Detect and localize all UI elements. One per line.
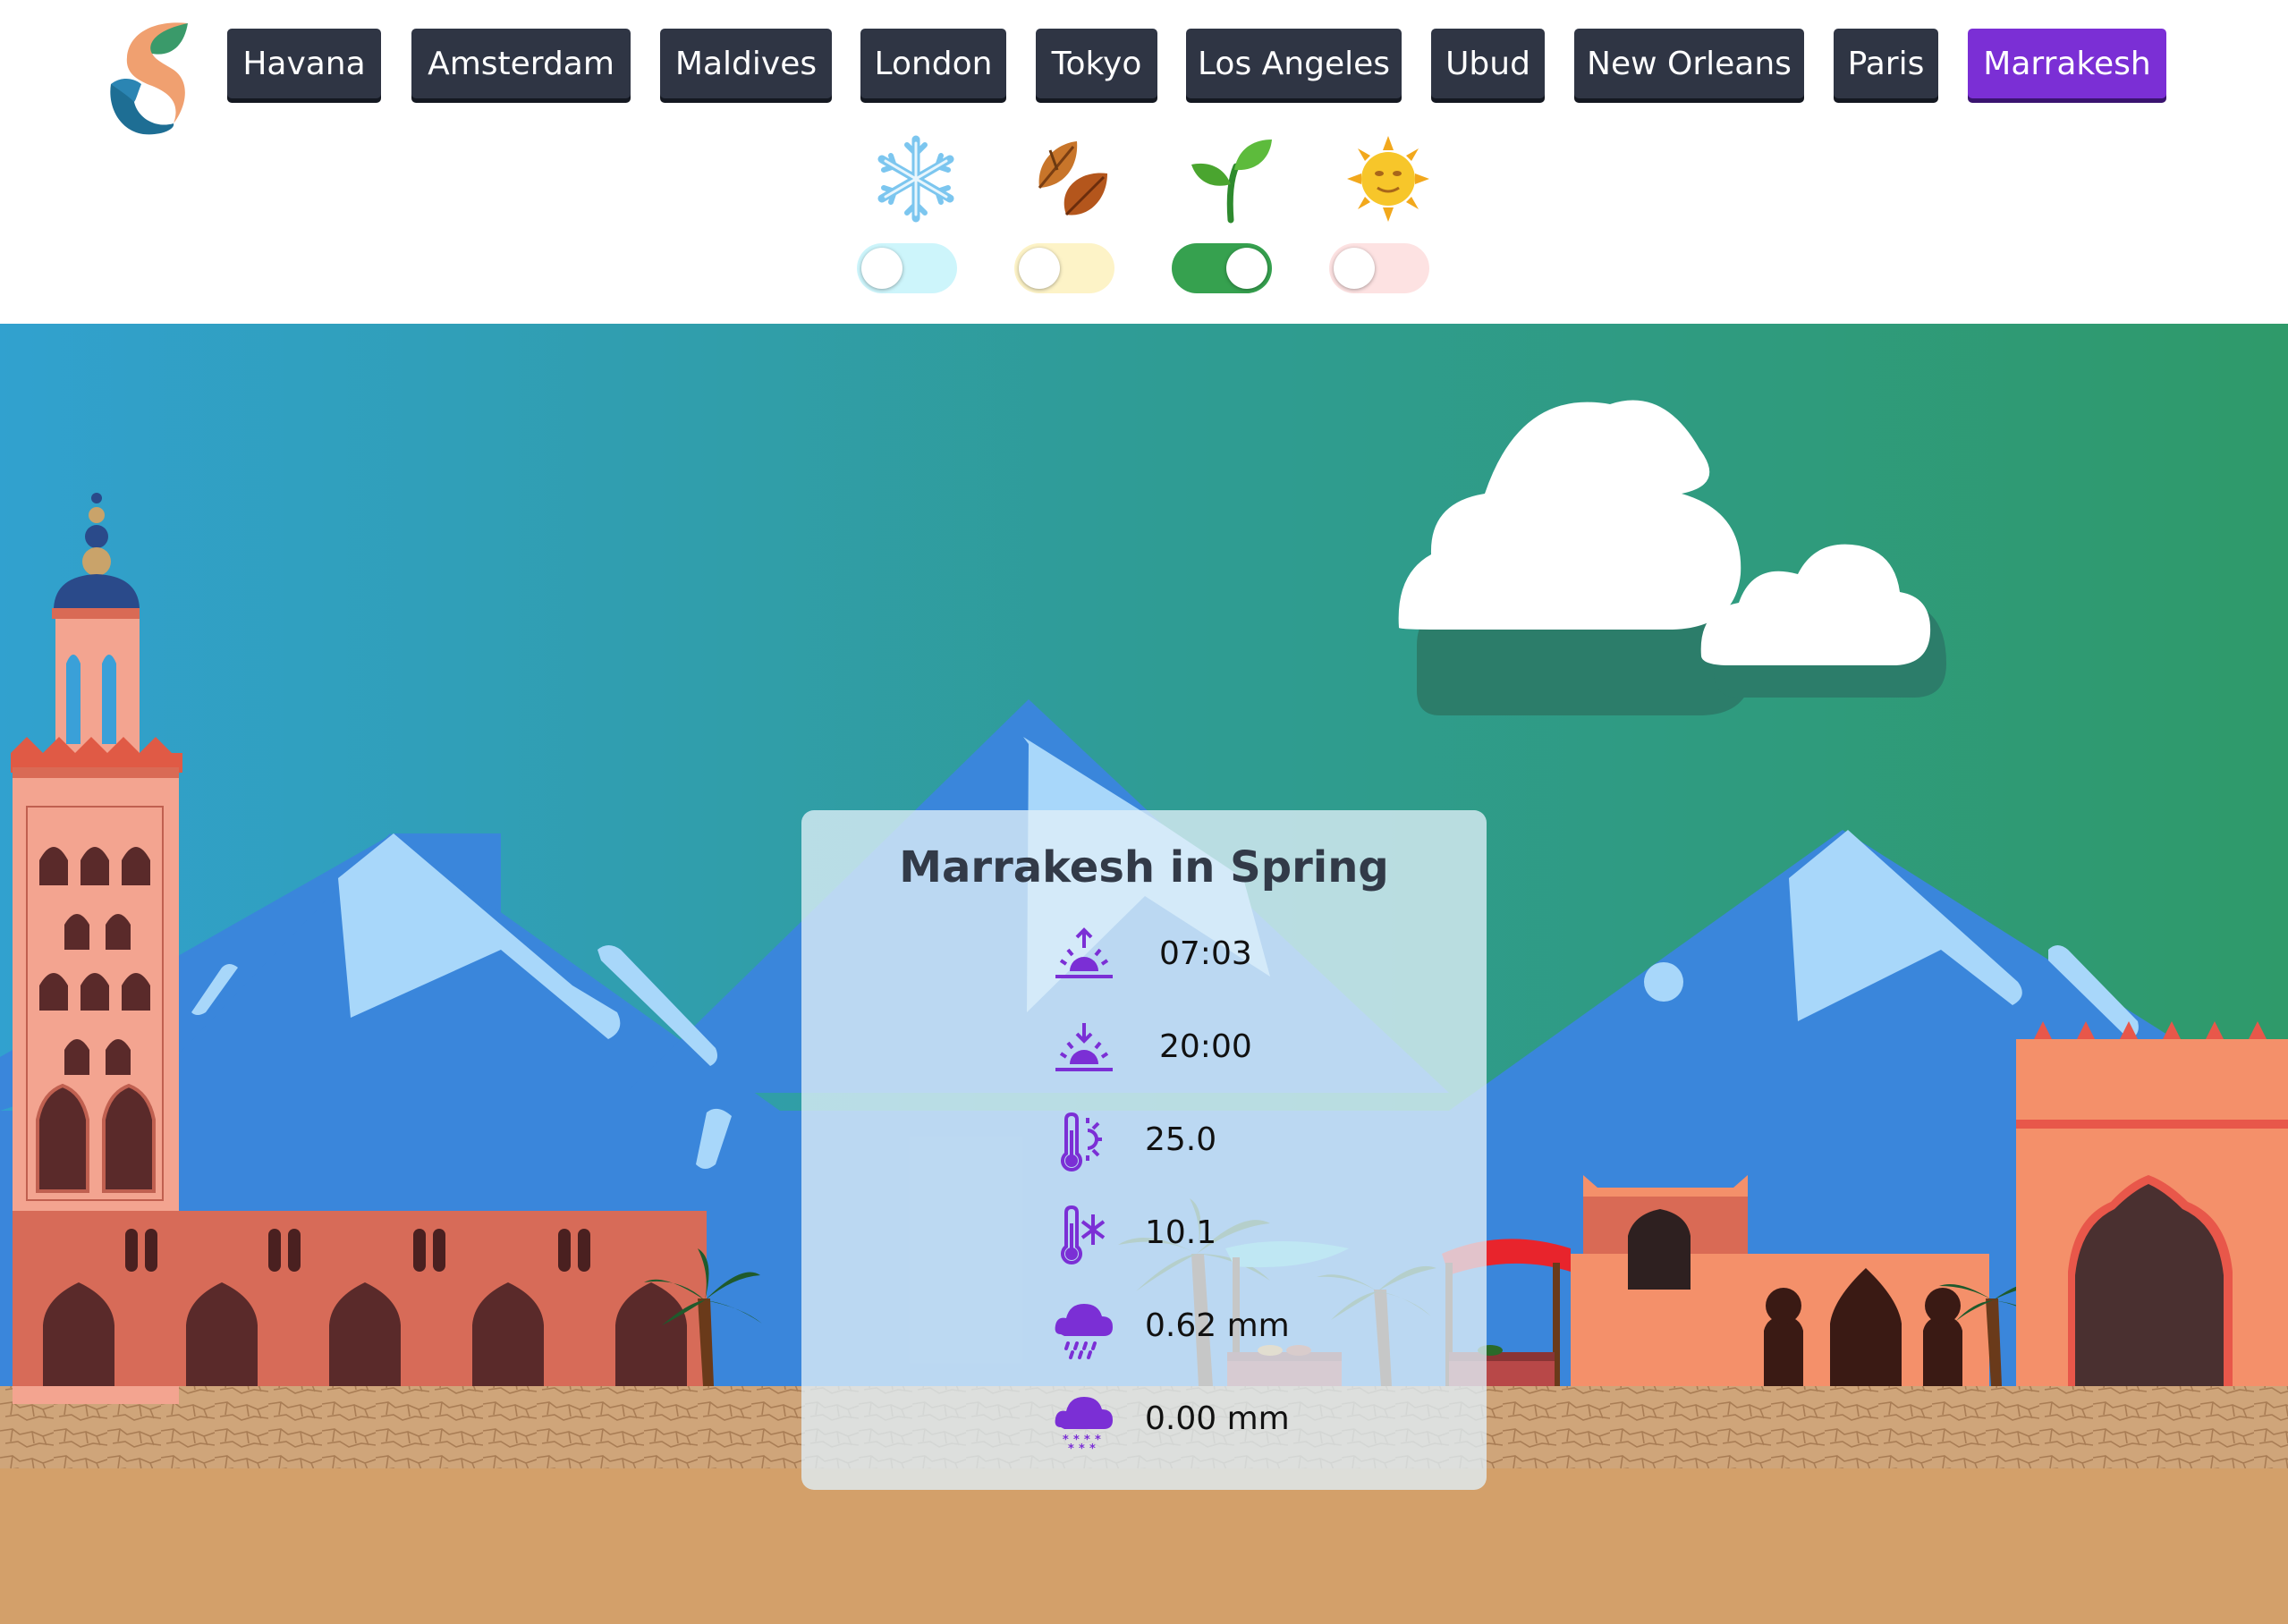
rain-row: 0.62 mm [1052, 1291, 1410, 1363]
min-temp-row: 10.1 [1052, 1198, 1410, 1270]
city-button-paris[interactable]: Paris [1834, 29, 1938, 98]
svg-text:*: * [1068, 1442, 1074, 1452]
winter-toggle[interactable] [857, 243, 957, 293]
min-temp: 10.1 [1145, 1214, 1217, 1251]
city-button-new-orleans[interactable]: New Orleans [1574, 29, 1804, 98]
thermometer-sun-icon [1061, 1112, 1102, 1171]
season-spring [1172, 134, 1279, 295]
sunset-time: 20:00 [1159, 1028, 1252, 1065]
max-temp-row: 25.0 [1052, 1105, 1410, 1177]
app-logo[interactable] [102, 18, 195, 138]
max-temp: 25.0 [1145, 1121, 1217, 1158]
snow-cloud-icon: * * * * * * * [1055, 1397, 1113, 1452]
weather-info-card: Marrakesh in Spring 07:03 20:00 25.0 10.… [801, 810, 1487, 1490]
sunrise-time: 07:03 [1159, 935, 1252, 972]
toggle-knob [1019, 248, 1060, 289]
city-button-havana[interactable]: Havana [227, 29, 381, 98]
city-scene: Marrakesh in Spring 07:03 20:00 25.0 10.… [0, 324, 2288, 1624]
season-autumn [1014, 134, 1122, 295]
top-header: Havana Amsterdam Maldives London Tokyo L… [0, 0, 2288, 324]
fallen-leaves-icon [1038, 141, 1107, 216]
city-button-london[interactable]: London [860, 29, 1006, 98]
thermometer-snow-icon [1061, 1205, 1106, 1265]
mosque-building [13, 1211, 707, 1386]
rain-cloud-icon [1055, 1304, 1113, 1359]
autumn-toggle[interactable] [1014, 243, 1114, 293]
city-button-los-angeles[interactable]: Los Angeles [1186, 29, 1402, 98]
season-summer [1329, 134, 1436, 295]
city-button-amsterdam[interactable]: Amsterdam [411, 29, 631, 98]
city-button-tokyo[interactable]: Tokyo [1036, 29, 1157, 98]
season-winter [857, 134, 964, 295]
rain-amount: 0.62 mm [1145, 1307, 1290, 1344]
snow-amount: 0.00 mm [1145, 1400, 1290, 1437]
sunrise-icon [1055, 927, 1113, 978]
snow-row: * * * * * * * 0.00 mm [1052, 1384, 1410, 1456]
sand [0, 1468, 2288, 1624]
sun-face-icon [1347, 136, 1429, 222]
city-button-marrakesh[interactable]: Marrakesh [1968, 29, 2166, 98]
summer-toggle[interactable] [1329, 243, 1429, 293]
toggle-knob [861, 248, 902, 289]
toggle-knob [1334, 248, 1375, 289]
toggle-knob [1226, 248, 1267, 289]
sunset-row: 20:00 [1052, 1012, 1410, 1084]
snowflake-icon [877, 135, 954, 223]
svg-text:*: * [1095, 1434, 1101, 1447]
seedling-icon [1191, 140, 1272, 224]
svg-text:*: * [1079, 1442, 1085, 1452]
sunrise-row: 07:03 [1052, 919, 1410, 991]
card-title: Marrakesh in Spring [899, 842, 1389, 892]
city-button-ubud[interactable]: Ubud [1431, 29, 1545, 98]
svg-text:*: * [1089, 1442, 1096, 1452]
sunset-icon [1055, 1023, 1113, 1071]
city-button-maldives[interactable]: Maldives [660, 29, 832, 98]
spring-toggle[interactable] [1172, 243, 1272, 293]
